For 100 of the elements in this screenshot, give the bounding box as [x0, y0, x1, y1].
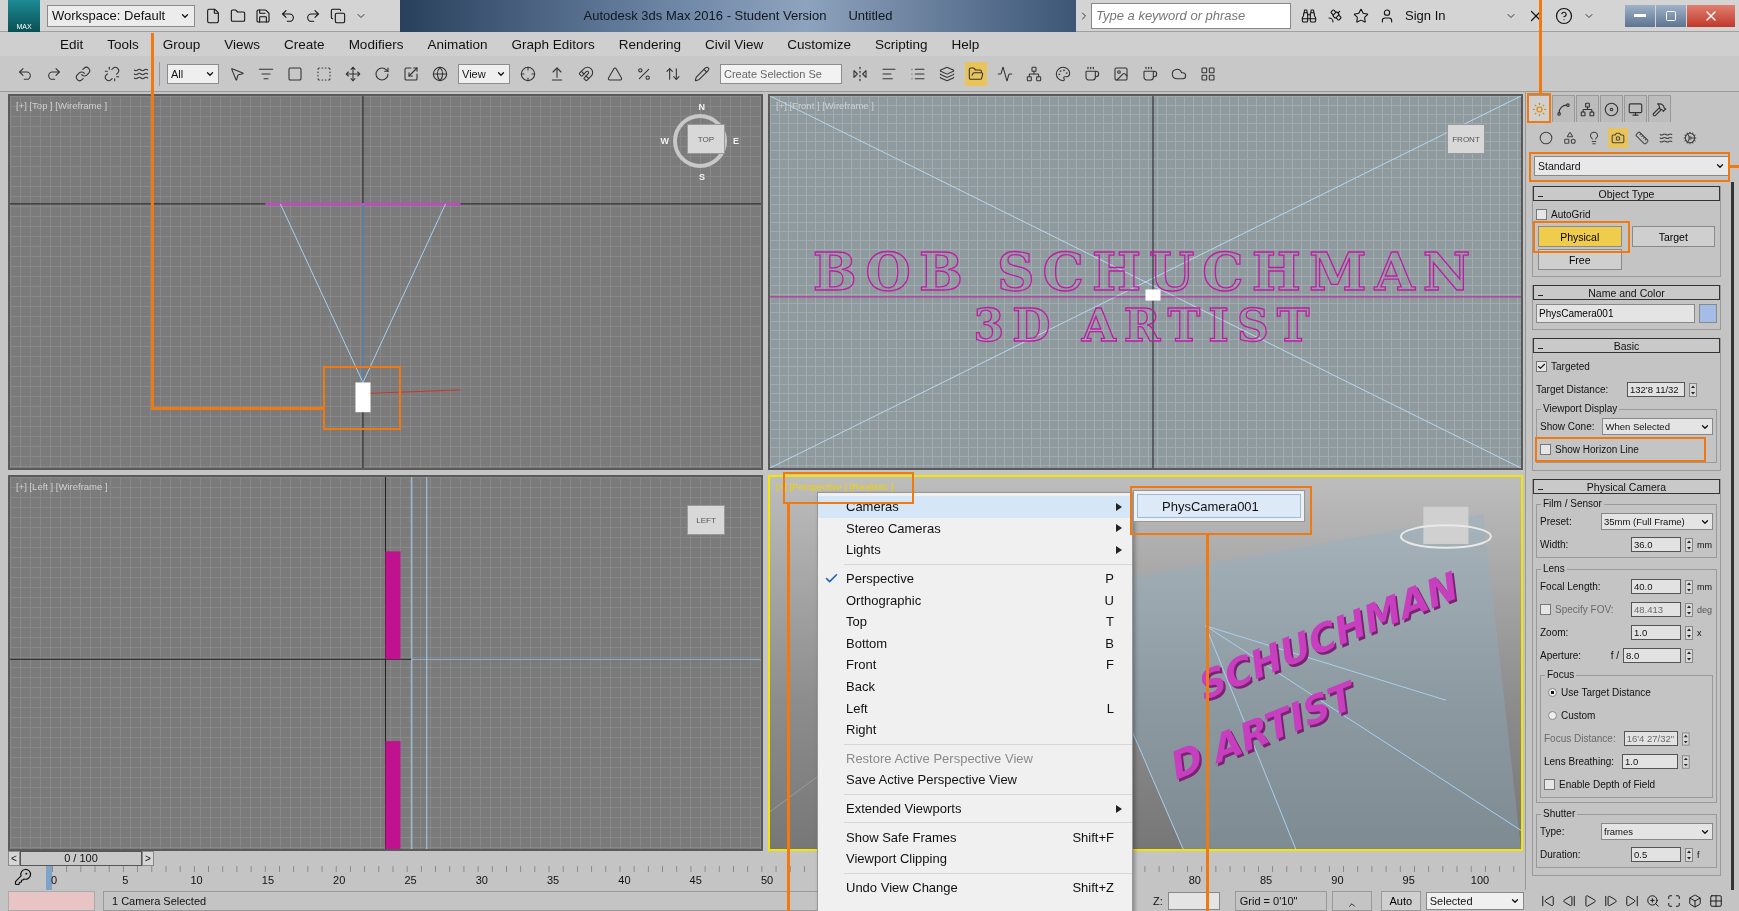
spinner-arrows-icon[interactable]	[1685, 579, 1693, 594]
spinner-snap-icon[interactable]	[665, 65, 681, 82]
auto-key-button[interactable]: Auto	[1380, 890, 1421, 911]
color-swatch[interactable]	[1699, 304, 1717, 323]
rollout-header[interactable]: Name and Color	[1533, 285, 1720, 300]
spinner-field[interactable]: 1.0	[1631, 625, 1681, 640]
unlink-icon[interactable]	[104, 65, 120, 82]
percent-snap-icon[interactable]	[636, 65, 652, 82]
move-icon[interactable]	[345, 65, 361, 82]
viewport[interactable]: LEFT [+] [Left ] [Wireframe ]	[8, 475, 763, 851]
select-icon[interactable]	[229, 65, 245, 82]
spinner-arrows-icon[interactable]	[1685, 625, 1693, 640]
key-filter-icon[interactable]	[14, 868, 32, 886]
search-field[interactable]: Type a keyword or phrase	[1091, 2, 1291, 29]
radio-button[interactable]	[1548, 688, 1557, 697]
window-crossing-icon[interactable]	[316, 65, 332, 82]
link-icon[interactable]	[75, 65, 91, 82]
view-cube[interactable]: FRONT	[1447, 124, 1485, 154]
viewport[interactable]: N E S W TOP [+] [Top ] [Wireframe ]	[8, 94, 763, 470]
rollout-header[interactable]: Object Type	[1533, 186, 1720, 201]
view-cube[interactable]: TOP	[687, 124, 725, 154]
menu-item[interactable]: Cameras	[818, 496, 1132, 518]
menu-item[interactable]: PhysCamera001	[1137, 494, 1301, 518]
workspace-dropdown[interactable]: Workspace: Default	[47, 4, 195, 27]
spinner-arrows-icon[interactable]	[1685, 648, 1693, 663]
radio-button[interactable]	[1548, 711, 1557, 720]
menu-item[interactable]: Animation	[415, 36, 500, 52]
menu-item[interactable]: Show Safe Frames Shift+F	[818, 826, 1132, 848]
menu-item[interactable]: Create	[272, 36, 337, 52]
dropdown[interactable]: When Selected	[1602, 418, 1713, 435]
undo-icon[interactable]	[280, 7, 296, 24]
menu-item[interactable]: Views	[212, 36, 273, 52]
menu-item[interactable]: Top T	[818, 610, 1132, 633]
menu-item[interactable]: Back	[818, 675, 1132, 698]
layers-icon[interactable]	[939, 65, 955, 82]
menu-item[interactable]: Stereo Cameras	[818, 517, 1132, 540]
snap-icon[interactable]	[578, 65, 594, 82]
coordinate-dropdown[interactable]: View	[458, 63, 510, 84]
schematic-icon[interactable]	[1026, 65, 1042, 82]
frame-window-icon[interactable]	[1113, 65, 1129, 82]
sign-in-link[interactable]: Sign In	[1405, 8, 1446, 23]
checkbox[interactable]	[1540, 444, 1551, 455]
zoom-icon[interactable]	[1645, 893, 1660, 908]
menu-item[interactable]: Save Active Perspective View	[818, 769, 1132, 791]
spinner-arrows-icon[interactable]	[1682, 731, 1690, 746]
menu-item[interactable]: Group	[150, 36, 213, 52]
spinner-field[interactable]: 40.0	[1631, 579, 1681, 594]
material-icon[interactable]	[1055, 65, 1071, 82]
panel-tab[interactable]	[1624, 95, 1647, 122]
redo-icon[interactable]	[305, 7, 321, 24]
object-type-button[interactable]: Physical	[1538, 226, 1622, 247]
key-mode-dropdown[interactable]: Selected	[1425, 891, 1524, 910]
undo-icon[interactable]	[17, 65, 33, 82]
panel-tab[interactable]	[1576, 95, 1599, 122]
last-frame-icon[interactable]	[1624, 893, 1639, 908]
panel-tab[interactable]	[1648, 95, 1671, 122]
view-cube[interactable]: LEFT	[687, 505, 725, 535]
menu-item[interactable]: Edit	[48, 36, 96, 52]
dropdown[interactable]: frames	[1601, 823, 1713, 840]
close-button[interactable]	[1687, 4, 1735, 27]
object-type-button[interactable]: Free	[1538, 249, 1622, 270]
maximize-button[interactable]	[1656, 4, 1686, 27]
object-type-button[interactable]: Target	[1631, 226, 1715, 247]
manipulate-icon[interactable]	[549, 65, 565, 82]
grid-icon[interactable]	[1708, 893, 1723, 908]
minimize-button[interactable]	[1625, 4, 1655, 27]
spinner-field[interactable]: 0.5	[1631, 847, 1681, 862]
menu-item[interactable]: Civil View	[693, 36, 776, 52]
spinner-arrows-icon[interactable]	[1685, 602, 1693, 617]
redo-icon[interactable]	[46, 65, 62, 82]
folder-icon[interactable]	[965, 61, 987, 86]
panel-tab[interactable]	[1600, 95, 1623, 122]
menu-item[interactable]: Rendering	[606, 36, 694, 52]
menu-item[interactable]: Modifiers	[336, 36, 416, 52]
folder-icon[interactable]	[230, 7, 246, 24]
first-frame-icon[interactable]	[1540, 893, 1555, 908]
help-icon[interactable]	[1555, 6, 1574, 25]
curve-editor-icon[interactable]	[997, 65, 1013, 82]
mirror-icon[interactable]	[852, 65, 868, 82]
menu-item[interactable]: Right	[818, 718, 1132, 741]
project-icon[interactable]	[330, 7, 346, 24]
type-dropdown[interactable]: Standard	[1534, 156, 1729, 176]
spinner-arrows-icon[interactable]	[1685, 537, 1693, 552]
checkbox[interactable]	[1536, 361, 1547, 372]
menu-item[interactable]: Perspective P	[818, 567, 1132, 590]
play-icon[interactable]	[1582, 893, 1597, 908]
satellite-icon[interactable]	[1327, 7, 1343, 24]
menu-item[interactable]: Extended Viewports	[818, 797, 1132, 820]
menu-item[interactable]: Left L	[818, 697, 1132, 719]
menu-item[interactable]: Graph Editors	[499, 36, 607, 52]
z-field[interactable]	[1167, 891, 1220, 910]
spinner-arrows-icon[interactable]	[1689, 382, 1697, 397]
spinner-field[interactable]: 132'8 11/32	[1627, 382, 1685, 397]
star-icon[interactable]	[1353, 7, 1369, 24]
grid-image-icon[interactable]	[1200, 65, 1216, 82]
menu-item[interactable]: Help	[939, 36, 992, 52]
step-back-icon[interactable]	[1561, 893, 1576, 908]
name-field[interactable]: PhysCamera001	[1536, 304, 1695, 323]
viewport[interactable]: BOB SCHUCHMAN 3D ARTIST FRONT [+] [Front ] [Wireframe ]	[768, 94, 1523, 470]
new-file-icon[interactable]	[205, 7, 221, 24]
